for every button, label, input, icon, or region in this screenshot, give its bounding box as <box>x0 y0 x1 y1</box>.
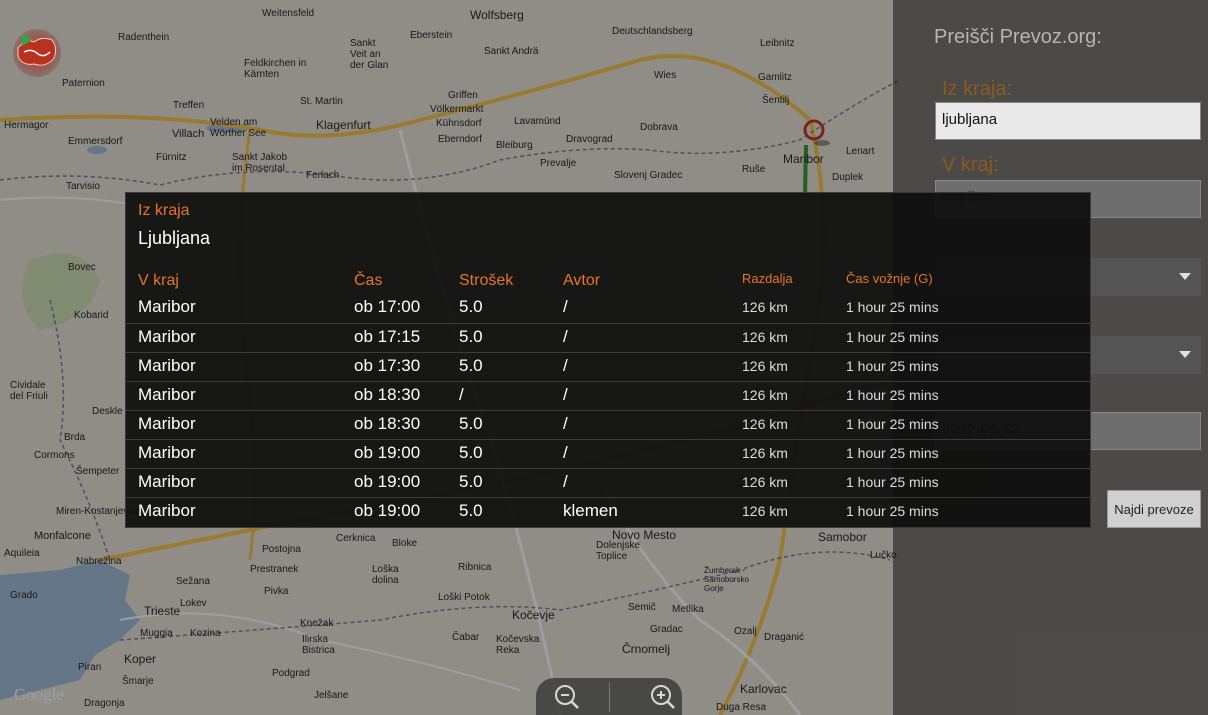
cell-time: ob 19:00 <box>354 443 421 462</box>
cell-to: Maribor <box>138 443 196 462</box>
zoom-separator <box>609 682 610 712</box>
cell-cost: 5.0 <box>459 327 483 346</box>
from-value: Ljubljana <box>138 228 211 248</box>
cell-author: / <box>563 443 568 462</box>
cell-cost: 5.0 <box>459 414 483 433</box>
cell-distance: 126 km <box>742 445 788 461</box>
table-row[interactable]: Maribor ob 19:00 5.0 / 126 km 1 hour 25 … <box>126 468 1090 497</box>
cell-distance: 126 km <box>742 503 788 519</box>
cell-distance: 126 km <box>742 474 788 490</box>
cell-cost: / <box>459 385 464 404</box>
cell-time: ob 18:30 <box>354 414 421 433</box>
cell-duration: 1 hour 25 mins <box>846 387 939 403</box>
table-row[interactable]: Maribor ob 17:00 5.0 / 126 km 1 hour 25 … <box>126 294 1090 322</box>
search-panel-title: Preišči Prevoz.org: <box>934 26 1102 48</box>
zoom-controls <box>536 678 682 715</box>
cell-time: ob 19:00 <box>354 501 421 520</box>
cell-author: / <box>563 297 568 316</box>
table-row[interactable]: Maribor ob 17:30 5.0 / 126 km 1 hour 25 … <box>126 352 1090 381</box>
google-attribution: Google <box>14 685 65 704</box>
column-header-time: Čas <box>354 272 383 289</box>
cell-duration: 1 hour 25 mins <box>846 503 939 519</box>
cell-to: Maribor <box>138 501 196 520</box>
cell-author: / <box>563 356 568 375</box>
cell-distance: 126 km <box>742 329 788 345</box>
column-header-duration: Čas vožnje (G) <box>846 271 933 286</box>
table-row[interactable]: Maribor ob 19:00 5.0 klemen 126 km 1 hou… <box>126 497 1090 526</box>
zoom-in-icon[interactable] <box>648 682 678 712</box>
cell-time: ob 19:00 <box>354 472 421 491</box>
cell-cost: 5.0 <box>459 297 483 316</box>
to-label: V kraj: <box>942 154 999 176</box>
table-row[interactable]: Maribor ob 18:30 / / 126 km 1 hour 25 mi… <box>126 381 1090 410</box>
cell-author: / <box>563 472 568 491</box>
column-header-author: Avtor <box>563 272 601 289</box>
zoom-out-icon[interactable] <box>552 682 582 712</box>
cell-to: Maribor <box>138 297 196 316</box>
cell-duration: 1 hour 25 mins <box>846 358 939 374</box>
cell-duration: 1 hour 25 mins <box>846 299 939 315</box>
table-row[interactable]: Maribor ob 19:00 5.0 / 126 km 1 hour 25 … <box>126 439 1090 468</box>
cell-distance: 126 km <box>742 387 788 403</box>
cell-time: ob 17:00 <box>354 297 421 316</box>
from-input[interactable]: ljubljana <box>935 102 1201 140</box>
cell-duration: 1 hour 25 mins <box>846 416 939 432</box>
cell-to: Maribor <box>138 472 196 491</box>
cell-author: klemen <box>563 501 618 520</box>
cell-time: ob 17:30 <box>354 356 421 375</box>
cell-distance: 126 km <box>742 299 788 315</box>
cell-cost: 5.0 <box>459 472 483 491</box>
cell-author: / <box>563 327 568 346</box>
from-label: Iz kraja: <box>942 78 1013 100</box>
cell-author: / <box>563 414 568 433</box>
cell-cost: 5.0 <box>459 356 483 375</box>
chevron-down-icon <box>1179 351 1191 358</box>
column-header-to: V kraj <box>138 272 179 289</box>
table-row[interactable]: Maribor ob 18:30 5.0 / 126 km 1 hour 25 … <box>126 410 1090 439</box>
cell-cost: 5.0 <box>459 501 483 520</box>
column-header-distance: Razdalja <box>742 271 793 286</box>
cell-time: ob 17:15 <box>354 327 421 346</box>
results-dialog: Iz kraja Ljubljana V kraj Čas Strošek Av… <box>125 192 1091 528</box>
cell-to: Maribor <box>138 327 196 346</box>
cell-duration: 1 hour 25 mins <box>846 329 939 345</box>
cell-to: Maribor <box>138 414 196 433</box>
cell-author: / <box>563 385 568 404</box>
column-header-cost: Strošek <box>459 272 514 289</box>
cell-to: Maribor <box>138 356 196 375</box>
slovenia-map-logo[interactable] <box>12 28 62 78</box>
from-caption: Iz kraja <box>138 202 190 219</box>
cell-distance: 126 km <box>742 358 788 374</box>
chevron-down-icon <box>1179 273 1191 280</box>
cell-distance: 126 km <box>742 416 788 432</box>
cell-duration: 1 hour 25 mins <box>846 474 939 490</box>
table-row[interactable]: Maribor ob 17:15 5.0 / 126 km 1 hour 25 … <box>126 323 1090 352</box>
cell-to: Maribor <box>138 385 196 404</box>
cell-cost: 5.0 <box>459 443 483 462</box>
cell-duration: 1 hour 25 mins <box>846 445 939 461</box>
find-rides-button[interactable]: Najdi prevoze <box>1107 490 1201 528</box>
cell-time: ob 18:30 <box>354 385 421 404</box>
